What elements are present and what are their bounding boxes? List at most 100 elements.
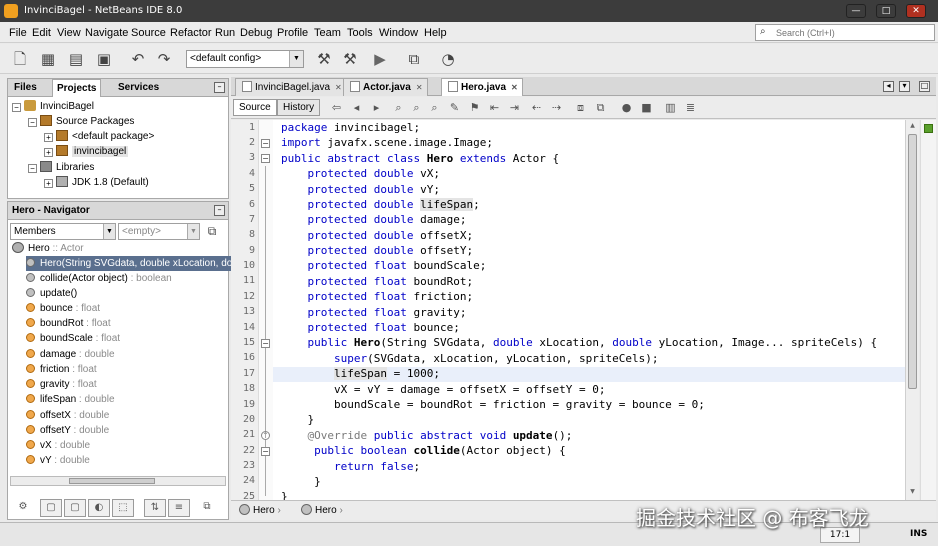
minimize-panel-icon[interactable]: – [214, 82, 225, 93]
toggle-highlight-icon[interactable]: ✎ [447, 100, 462, 115]
close-icon[interactable]: ✕ [335, 83, 342, 92]
filter-fields-icon[interactable]: ▢ [40, 499, 62, 517]
find-previous-icon[interactable]: ⌕ [409, 100, 424, 115]
tab-actor-java[interactable]: Actor.java ✕ [343, 78, 428, 96]
profile-icon[interactable]: ◔ [436, 47, 460, 71]
navigator-filter-select[interactable]: Members ▼ [10, 223, 116, 240]
member-item[interactable]: bounce : float [26, 301, 236, 316]
expand-icon[interactable]: + [44, 148, 53, 157]
sort-name-icon[interactable]: ⇅ [144, 499, 166, 517]
member-item[interactable]: vX : double [26, 438, 236, 453]
forward-icon[interactable]: ▸ [369, 100, 384, 115]
member-item[interactable]: lifeSpan : double [26, 392, 236, 407]
toggle-bookmark-icon[interactable]: ⚑ [467, 100, 482, 115]
member-item[interactable]: vY : double [26, 453, 236, 468]
filter-static-icon[interactable]: ▢ [64, 499, 86, 517]
member-item[interactable]: boundRot : float [26, 316, 236, 331]
tree-item-source-packages[interactable]: − Source Packages [28, 115, 134, 127]
chevron-down-icon[interactable]: ▾ [899, 81, 910, 92]
tree-item-project[interactable]: − InvinciBagel [12, 100, 94, 112]
tree-item-default-package[interactable]: + <default package> [44, 130, 154, 142]
sort-icon[interactable]: ⚙ [12, 499, 34, 517]
sort-source-icon[interactable]: ≡ [168, 499, 190, 517]
member-item[interactable]: update() [26, 286, 236, 301]
code-editor[interactable]: 1 2 3 4 5 6 7 8 9 10 11 12 13 14 15 16 1… [231, 120, 905, 500]
run-icon[interactable]: ▶ [368, 47, 392, 71]
menu-debug[interactable]: Debug [240, 27, 272, 39]
scroll-thumb[interactable] [908, 134, 917, 389]
fold-collapse-icon[interactable]: − [261, 447, 270, 456]
next-bookmark-icon[interactable]: ⇥ [507, 100, 522, 115]
uncomment-icon[interactable]: ⧉ [593, 100, 608, 115]
tab-hero-java[interactable]: Hero.java ✕ [441, 78, 523, 96]
member-item[interactable]: collide(Actor object) : boolean [26, 271, 236, 286]
collapse-icon[interactable]: − [12, 103, 21, 112]
member-item[interactable]: offsetY : double [26, 423, 236, 438]
menu-profile[interactable]: Profile [277, 27, 308, 39]
tree-item-invincibagel-package[interactable]: + invincibagel [44, 145, 129, 157]
editor-vscrollbar[interactable]: ▲ ▼ [905, 120, 919, 500]
close-icon[interactable]: ✕ [511, 83, 518, 92]
member-item[interactable]: gravity : float [26, 377, 236, 392]
minimize-button[interactable]: — [846, 4, 866, 18]
menu-window[interactable]: Window [379, 27, 418, 39]
new-project-icon[interactable]: ▦ [36, 47, 60, 71]
filter-nonpublic-icon[interactable]: ◐ [88, 499, 110, 517]
fold-collapse-icon[interactable]: − [261, 154, 270, 163]
stop-macro-icon[interactable]: ■ [639, 100, 654, 115]
close-icon[interactable]: ✕ [416, 83, 423, 92]
tab-projects[interactable]: Projects [52, 79, 102, 97]
fold-collapse-icon[interactable]: − [261, 139, 270, 148]
scroll-down-icon[interactable]: ▼ [908, 488, 917, 498]
history-button[interactable]: History [277, 99, 321, 116]
member-item[interactable]: friction : float [26, 362, 236, 377]
search-box[interactable]: ⌕ [755, 24, 935, 41]
diff-icon[interactable]: ≣ [683, 100, 698, 115]
tree-item-libraries[interactable]: − Libraries [28, 161, 94, 173]
shift-left-icon[interactable]: ⇠ [529, 100, 544, 115]
menu-file[interactable]: File [9, 27, 27, 39]
navigator-root[interactable]: Hero :: Actor [12, 242, 84, 254]
collapse-icon[interactable]: − [28, 118, 37, 127]
prev-bookmark-icon[interactable]: ⇤ [487, 100, 502, 115]
new-file-icon[interactable]: 🗋 [8, 47, 32, 71]
member-item[interactable]: offsetX : double [26, 408, 236, 423]
menu-source[interactable]: Source [131, 27, 166, 39]
find-icon[interactable]: ⌕ [391, 100, 406, 115]
filter-inherited-icon[interactable]: ⬚ [112, 499, 134, 517]
breadcrumb-item[interactable]: Hero › [301, 504, 343, 516]
javadoc-icon[interactable]: ⧉ [196, 499, 218, 517]
fold-collapse-icon[interactable]: − [261, 339, 270, 348]
last-edit-icon[interactable]: ⇦ [329, 100, 344, 115]
expand-icon[interactable]: + [44, 179, 53, 188]
navigator-scope-select[interactable]: <empty> ▼ [118, 223, 200, 240]
tab-invincibagel-java[interactable]: InvinciBagel.java ✕ [235, 78, 347, 96]
member-item[interactable]: boundScale : float [26, 331, 236, 346]
menu-help[interactable]: Help [424, 27, 447, 39]
override-marker-icon[interactable]: ↑ [261, 431, 270, 440]
menu-refactor[interactable]: Refactor [170, 27, 212, 39]
chevron-left-icon[interactable]: ◂ [883, 81, 894, 92]
redo-icon[interactable]: ↷ [152, 47, 176, 71]
search-input[interactable] [776, 26, 931, 39]
clean-build-icon[interactable]: ⚒ [338, 47, 362, 71]
collapse-icon[interactable]: − [28, 164, 37, 173]
expand-icon[interactable]: + [44, 133, 53, 142]
navigator-options-icon[interactable]: ⧉ [202, 222, 222, 240]
menu-tools[interactable]: Tools [347, 27, 373, 39]
tab-files[interactable]: Files [10, 79, 41, 97]
member-item[interactable]: damage : double [26, 347, 236, 362]
close-button[interactable]: ✕ [906, 4, 926, 18]
scroll-thumb[interactable] [69, 478, 155, 484]
tree-item-jdk[interactable]: + JDK 1.8 (Default) [44, 176, 149, 188]
tab-services[interactable]: Services [114, 79, 163, 97]
back-icon[interactable]: ◂ [349, 100, 364, 115]
chart-icon[interactable]: ▥ [663, 100, 678, 115]
config-select[interactable]: <default config> ▼ [186, 50, 304, 68]
menu-view[interactable]: View [57, 27, 81, 39]
undo-icon[interactable]: ↶ [126, 47, 150, 71]
minimize-panel-icon[interactable]: – [214, 205, 225, 216]
breadcrumb-item[interactable]: Hero › [239, 504, 281, 516]
save-all-icon[interactable]: ▣ [92, 47, 116, 71]
navigator-hscrollbar[interactable] [10, 476, 226, 486]
